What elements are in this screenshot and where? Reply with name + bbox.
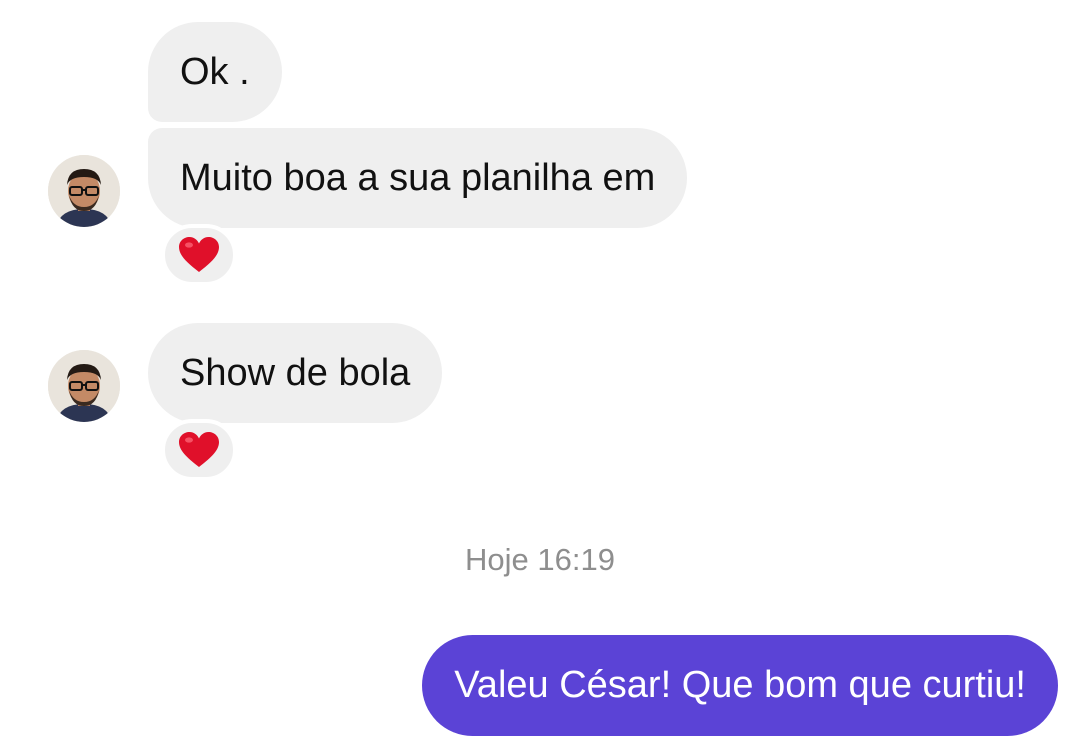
reaction-badge[interactable] xyxy=(161,419,237,481)
contact-avatar[interactable] xyxy=(48,155,120,227)
avatar-image xyxy=(48,155,120,227)
heart-icon xyxy=(179,432,219,467)
message-text: Ok . xyxy=(180,50,250,93)
avatar-image xyxy=(48,350,120,422)
message-text: Muito boa a sua planilha em xyxy=(180,156,656,199)
heart-icon xyxy=(179,237,219,272)
message-timestamp: Hoje 16:19 xyxy=(465,542,615,577)
message-text: Show de bola xyxy=(180,351,411,394)
message-text: Valeu César! Que bom que curtiu! xyxy=(454,664,1026,706)
contact-avatar[interactable] xyxy=(48,350,120,422)
sent-message-bubble[interactable]: Valeu César! Que bom que curtiu! xyxy=(422,635,1058,736)
received-message-bubble[interactable]: Muito boa a sua planilha em xyxy=(148,128,688,228)
received-message-bubble[interactable]: Ok . xyxy=(148,22,282,122)
received-message-bubble[interactable]: Show de bola xyxy=(148,323,443,423)
reaction-badge[interactable] xyxy=(161,224,237,286)
